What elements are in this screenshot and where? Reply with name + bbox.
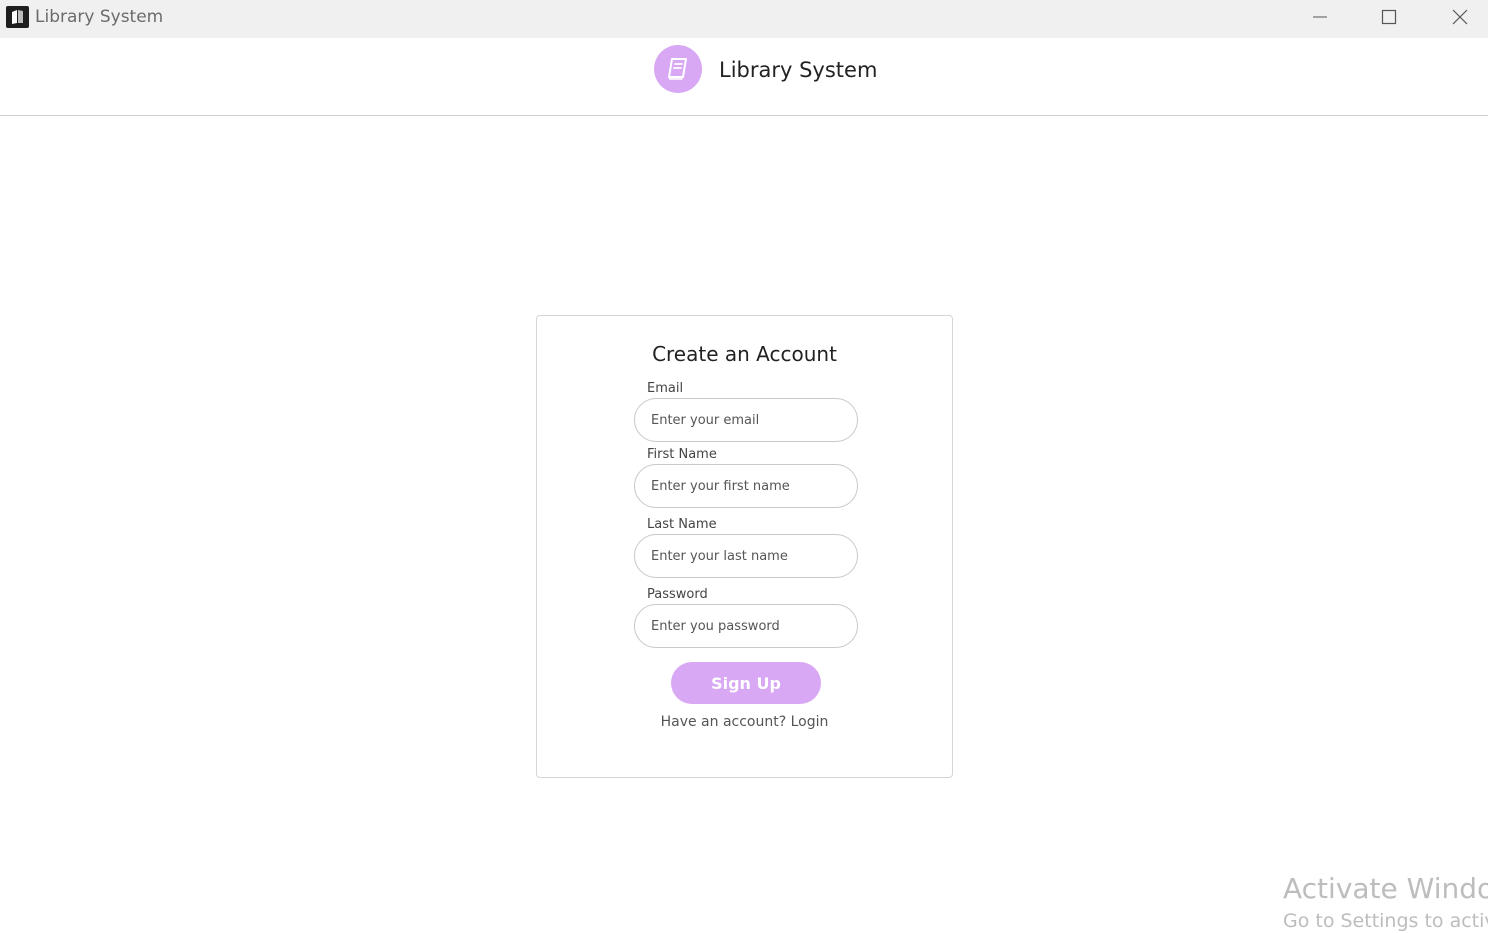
book-icon — [668, 58, 687, 80]
window-titlebar: Library System — [0, 0, 1488, 38]
close-button[interactable] — [1426, 0, 1488, 34]
logo-badge — [654, 45, 702, 93]
sign-up-button[interactable]: Sign Up — [671, 662, 821, 704]
minimize-button[interactable] — [1286, 0, 1354, 34]
watermark-line-1: Activate Windows — [1283, 872, 1488, 905]
login-prompt-text: Have an account? — [660, 714, 787, 730]
maximize-icon — [1381, 9, 1397, 25]
minimize-icon — [1313, 16, 1327, 18]
last-name-field[interactable] — [634, 534, 858, 578]
app-book-icon — [6, 6, 29, 28]
signup-card: Create an Account Email First Name Last … — [536, 315, 953, 778]
form-title: Create an Account — [652, 342, 837, 366]
activate-windows-watermark: Activate Windows Go to Settings to activ… — [1283, 872, 1488, 933]
maximize-button[interactable] — [1355, 0, 1423, 34]
login-link[interactable]: Login — [791, 714, 829, 730]
last-name-label: Last Name — [647, 517, 717, 532]
app-title: Library System — [719, 58, 878, 82]
email-label: Email — [647, 381, 684, 396]
watermark-line-2: Go to Settings to activate Windows. — [1283, 910, 1488, 932]
first-name-field[interactable] — [634, 464, 858, 508]
login-prompt: Have an account? Login — [537, 712, 952, 732]
password-field[interactable] — [634, 604, 858, 648]
close-icon — [1452, 9, 1468, 25]
email-field[interactable] — [634, 398, 858, 442]
app-header: Library System — [0, 38, 1488, 116]
window-title: Library System — [35, 7, 164, 27]
first-name-label: First Name — [647, 447, 717, 462]
password-label: Password — [647, 587, 708, 602]
